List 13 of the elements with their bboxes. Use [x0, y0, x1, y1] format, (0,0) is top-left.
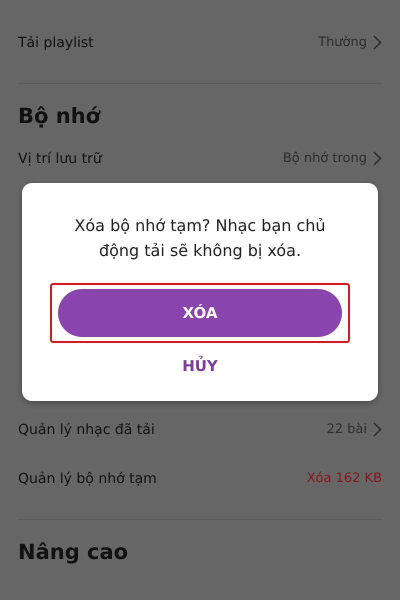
setting-label: Quản lý bộ nhớ tạm [18, 470, 157, 486]
setting-label: Tải playlist [18, 34, 94, 50]
setting-value[interactable]: Thường [318, 35, 367, 50]
setting-value[interactable]: 22 bài [326, 422, 367, 437]
section-heading: Bộ nhớ [18, 103, 102, 130]
setting-label: Quản lý nhạc đã tải [18, 422, 155, 438]
section-heading: Nâng cao [18, 539, 130, 566]
setting-value[interactable]: Bộ nhớ trong [282, 151, 367, 166]
dialog-message: Xóa bộ nhớ tạm? Nhạc bạn chủ động tải sẽ không bị xóa. [73, 215, 327, 262]
setting-value[interactable]: Xóa 162 KB [306, 471, 382, 486]
delete-button[interactable]: XÓA [58, 289, 342, 337]
cancel-button[interactable]: HỦY [174, 353, 226, 379]
setting-label: Vị trí lưu trữ [18, 150, 102, 166]
